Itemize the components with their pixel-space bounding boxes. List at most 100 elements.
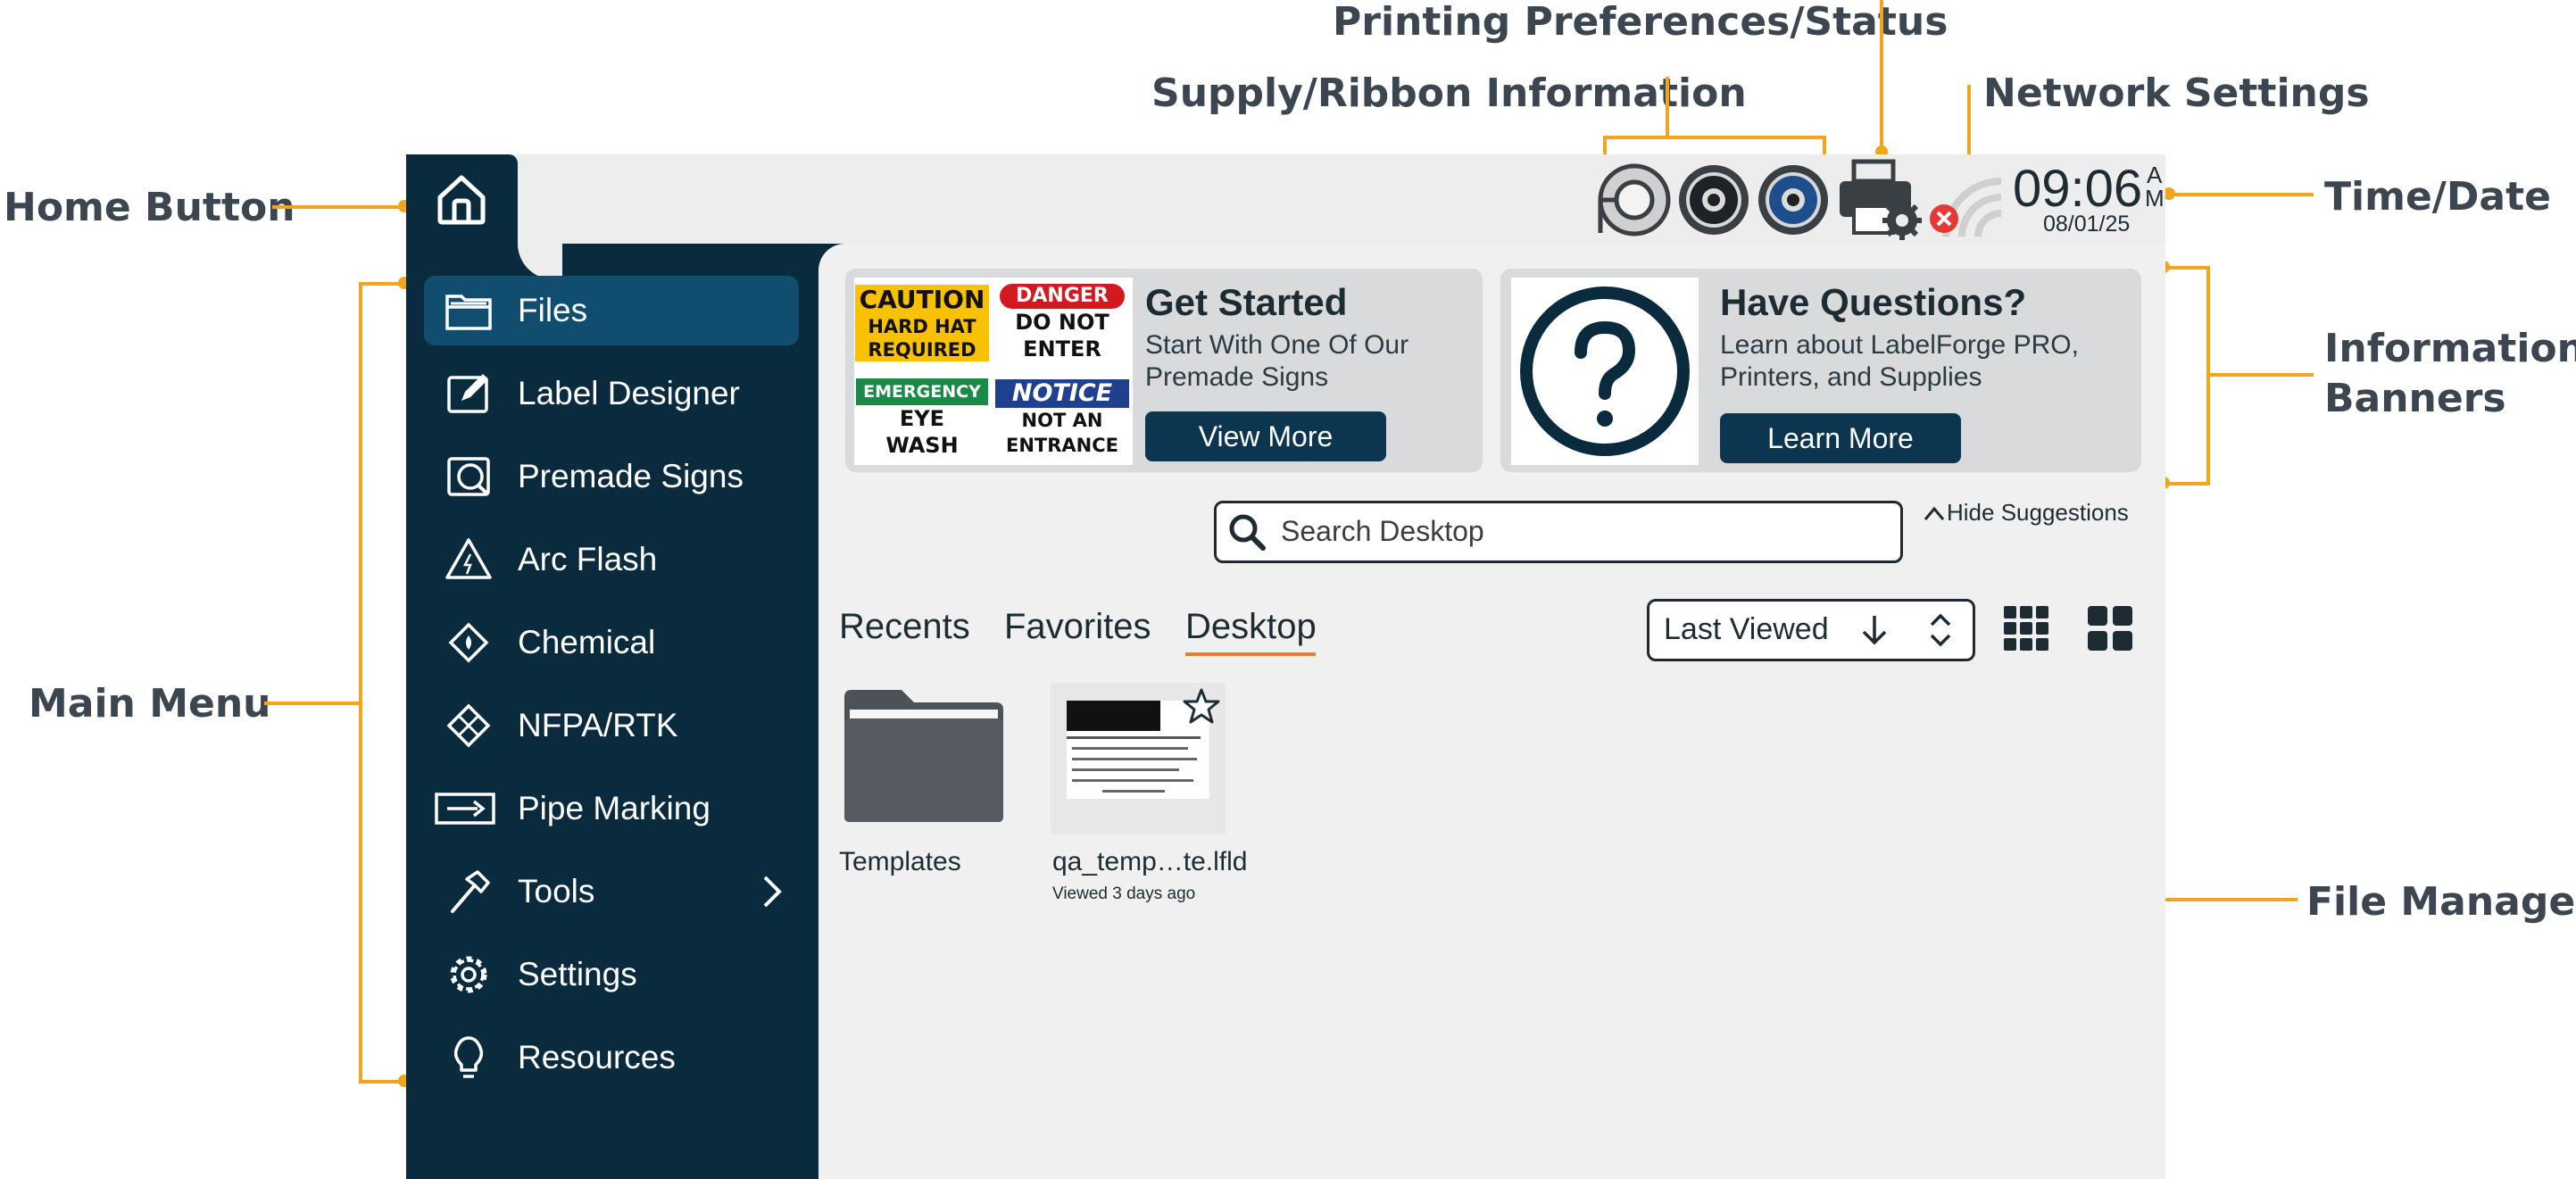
folder-icon bbox=[445, 295, 492, 330]
sign-danger-text2: ENTER bbox=[1023, 336, 1101, 361]
sidebar-item-nfpa[interactable]: NFPA/RTK bbox=[424, 691, 799, 760]
sign-danger-header: DANGER bbox=[1000, 284, 1125, 309]
chevron-up-icon bbox=[1924, 506, 1945, 520]
sort-selected-value: Last Viewed bbox=[1664, 612, 1829, 646]
callout-printing: Printing Preferences/Status bbox=[1333, 0, 1949, 45]
sign-caution: CAUTION HARD HAT REQUIRED bbox=[854, 278, 990, 369]
callout-banners-stem bbox=[2210, 373, 2314, 377]
callout-home-line bbox=[272, 205, 404, 209]
sidebar-item-chemical[interactable]: Chemical bbox=[424, 608, 799, 677]
banner-text-line1: Learn about LabelForge PRO, bbox=[1720, 330, 2079, 360]
sign-caution-text2: REQUIRED bbox=[855, 338, 989, 361]
thumb-line-6 bbox=[1102, 790, 1165, 793]
clock-time[interactable]: 09:06 bbox=[2013, 159, 2142, 219]
callout-main-menu: Main Menu bbox=[29, 681, 271, 726]
network-wifi-icon[interactable] bbox=[1928, 160, 2008, 240]
sidebar-item-label: Premade Signs bbox=[518, 458, 744, 494]
sidebar-item-arc-flash[interactable]: Arc Flash bbox=[424, 525, 799, 594]
nfpa-icon bbox=[446, 703, 491, 748]
search-field[interactable] bbox=[1214, 501, 1903, 563]
view-more-button[interactable]: View More bbox=[1145, 411, 1386, 461]
callout-informational-2: Banners bbox=[2324, 376, 2506, 421]
select-updown-icon bbox=[1930, 613, 1951, 647]
app-window: 09:06 A M 08/01/25 Files Label Designer … bbox=[406, 154, 2165, 1179]
sidebar-item-tools[interactable]: Tools bbox=[424, 857, 799, 926]
gear-icon bbox=[450, 956, 487, 993]
callout-supply-bracket bbox=[1603, 136, 1826, 139]
sidebar-item-resources[interactable]: Resources bbox=[424, 1023, 799, 1092]
search-input[interactable] bbox=[1279, 512, 1890, 550]
file-subtitle: Viewed 3 days ago bbox=[1052, 884, 1196, 903]
sign-caution-header: CAUTION bbox=[855, 285, 989, 315]
supply-roll-icon[interactable] bbox=[1596, 162, 1673, 238]
clock-am-m: M bbox=[2145, 185, 2165, 212]
folder-templates[interactable] bbox=[839, 683, 1009, 826]
sign-emergency-text1: EYE bbox=[899, 406, 945, 431]
thumb-line-5 bbox=[1072, 779, 1193, 782]
callout-home: Home Button bbox=[4, 185, 295, 230]
ribbon-blue-icon[interactable] bbox=[1755, 162, 1832, 238]
sign-notice: NOTICE NOT AN ENTRANCE bbox=[993, 372, 1131, 465]
sort-descending-icon[interactable] bbox=[1857, 612, 1892, 648]
callout-network-line bbox=[1967, 85, 1971, 158]
callout-banners-top bbox=[2164, 266, 2210, 270]
premade-signs-preview: CAUTION HARD HAT REQUIRED DANGER DO NOT … bbox=[854, 278, 1133, 465]
small-grid-view-icon[interactable] bbox=[2000, 602, 2052, 654]
banner-text-line2: Premade Signs bbox=[1145, 362, 1329, 392]
hide-suggestions-button[interactable]: Hide Suggestions bbox=[1922, 499, 2129, 527]
chemical-icon bbox=[448, 622, 489, 663]
learn-more-button[interactable]: Learn More bbox=[1720, 413, 1961, 463]
sign-danger: DANGER DO NOT ENTER bbox=[993, 278, 1131, 369]
file-name: Templates bbox=[839, 847, 961, 876]
clock-date[interactable]: 08/01/25 bbox=[2043, 212, 2130, 237]
callout-printing-line bbox=[1880, 0, 1883, 148]
pipe-marking-icon bbox=[435, 793, 495, 825]
tab-recents[interactable]: Recents bbox=[839, 607, 970, 647]
home-icon bbox=[437, 175, 486, 225]
premade-signs-icon bbox=[447, 457, 490, 496]
sidebar-item-label: Label Designer bbox=[518, 375, 740, 411]
thumb-line-4 bbox=[1072, 768, 1179, 771]
callout-menu-stem bbox=[264, 702, 361, 705]
sidebar-item-label: Settings bbox=[518, 956, 637, 992]
sidebar-item-pipe-marking[interactable]: Pipe Marking bbox=[424, 774, 799, 843]
ribbon-black-icon[interactable] bbox=[1675, 162, 1752, 238]
question-mark-icon bbox=[1520, 286, 1690, 456]
sign-emergency-text2: WASH bbox=[885, 433, 959, 458]
callout-banners-bottom bbox=[2164, 482, 2210, 486]
favorite-star-icon[interactable] bbox=[1181, 686, 1222, 726]
sidebar-item-files[interactable]: Files bbox=[424, 276, 799, 345]
sort-select[interactable]: Last Viewed bbox=[1647, 599, 1975, 661]
callout-menu-bracket bbox=[359, 284, 362, 1084]
sign-caution-text1: HARD HAT bbox=[855, 315, 989, 338]
sidebar-item-label: Chemical bbox=[518, 624, 656, 660]
tab-favorites[interactable]: Favorites bbox=[1004, 607, 1151, 647]
sign-notice-text2: ENTRANCE bbox=[1006, 435, 1118, 456]
tab-active-underline bbox=[1185, 652, 1316, 656]
banner-text-line2: Printers, and Supplies bbox=[1720, 362, 1982, 392]
sidebar-item-settings[interactable]: Settings bbox=[424, 940, 799, 1009]
chevron-right-icon bbox=[763, 876, 782, 908]
callout-time-date: Time/Date bbox=[2324, 174, 2551, 220]
sidebar-item-label-designer[interactable]: Label Designer bbox=[424, 359, 799, 428]
callout-supply: Supply/Ribbon Information bbox=[1151, 71, 1747, 116]
home-button[interactable] bbox=[406, 154, 518, 279]
sidebar-item-label: Pipe Marking bbox=[518, 790, 710, 826]
tab-desktop[interactable]: Desktop bbox=[1185, 607, 1317, 647]
file-qa-template[interactable] bbox=[1051, 683, 1226, 834]
callout-informational-1: Informational bbox=[2324, 326, 2576, 371]
search-icon bbox=[1229, 514, 1266, 551]
large-grid-view-icon[interactable] bbox=[2084, 602, 2136, 654]
thumb-header bbox=[1067, 701, 1160, 731]
folder-icon bbox=[844, 690, 1003, 822]
banner-get-started: CAUTION HARD HAT REQUIRED DANGER DO NOT … bbox=[845, 269, 1483, 472]
printer-settings-icon[interactable] bbox=[1834, 156, 1924, 242]
banner-text-line1: Start With One Of Our bbox=[1145, 330, 1409, 360]
banner-title: Have Questions? bbox=[1720, 281, 2027, 323]
thumb-line-2 bbox=[1072, 747, 1188, 750]
lightbulb-icon bbox=[453, 1036, 484, 1078]
sidebar-item-premade-signs[interactable]: Premade Signs bbox=[424, 442, 799, 511]
question-icon-frame bbox=[1511, 278, 1699, 465]
callout-file-manager: File Manager bbox=[2306, 879, 2576, 925]
banner-title: Get Started bbox=[1145, 281, 1348, 323]
